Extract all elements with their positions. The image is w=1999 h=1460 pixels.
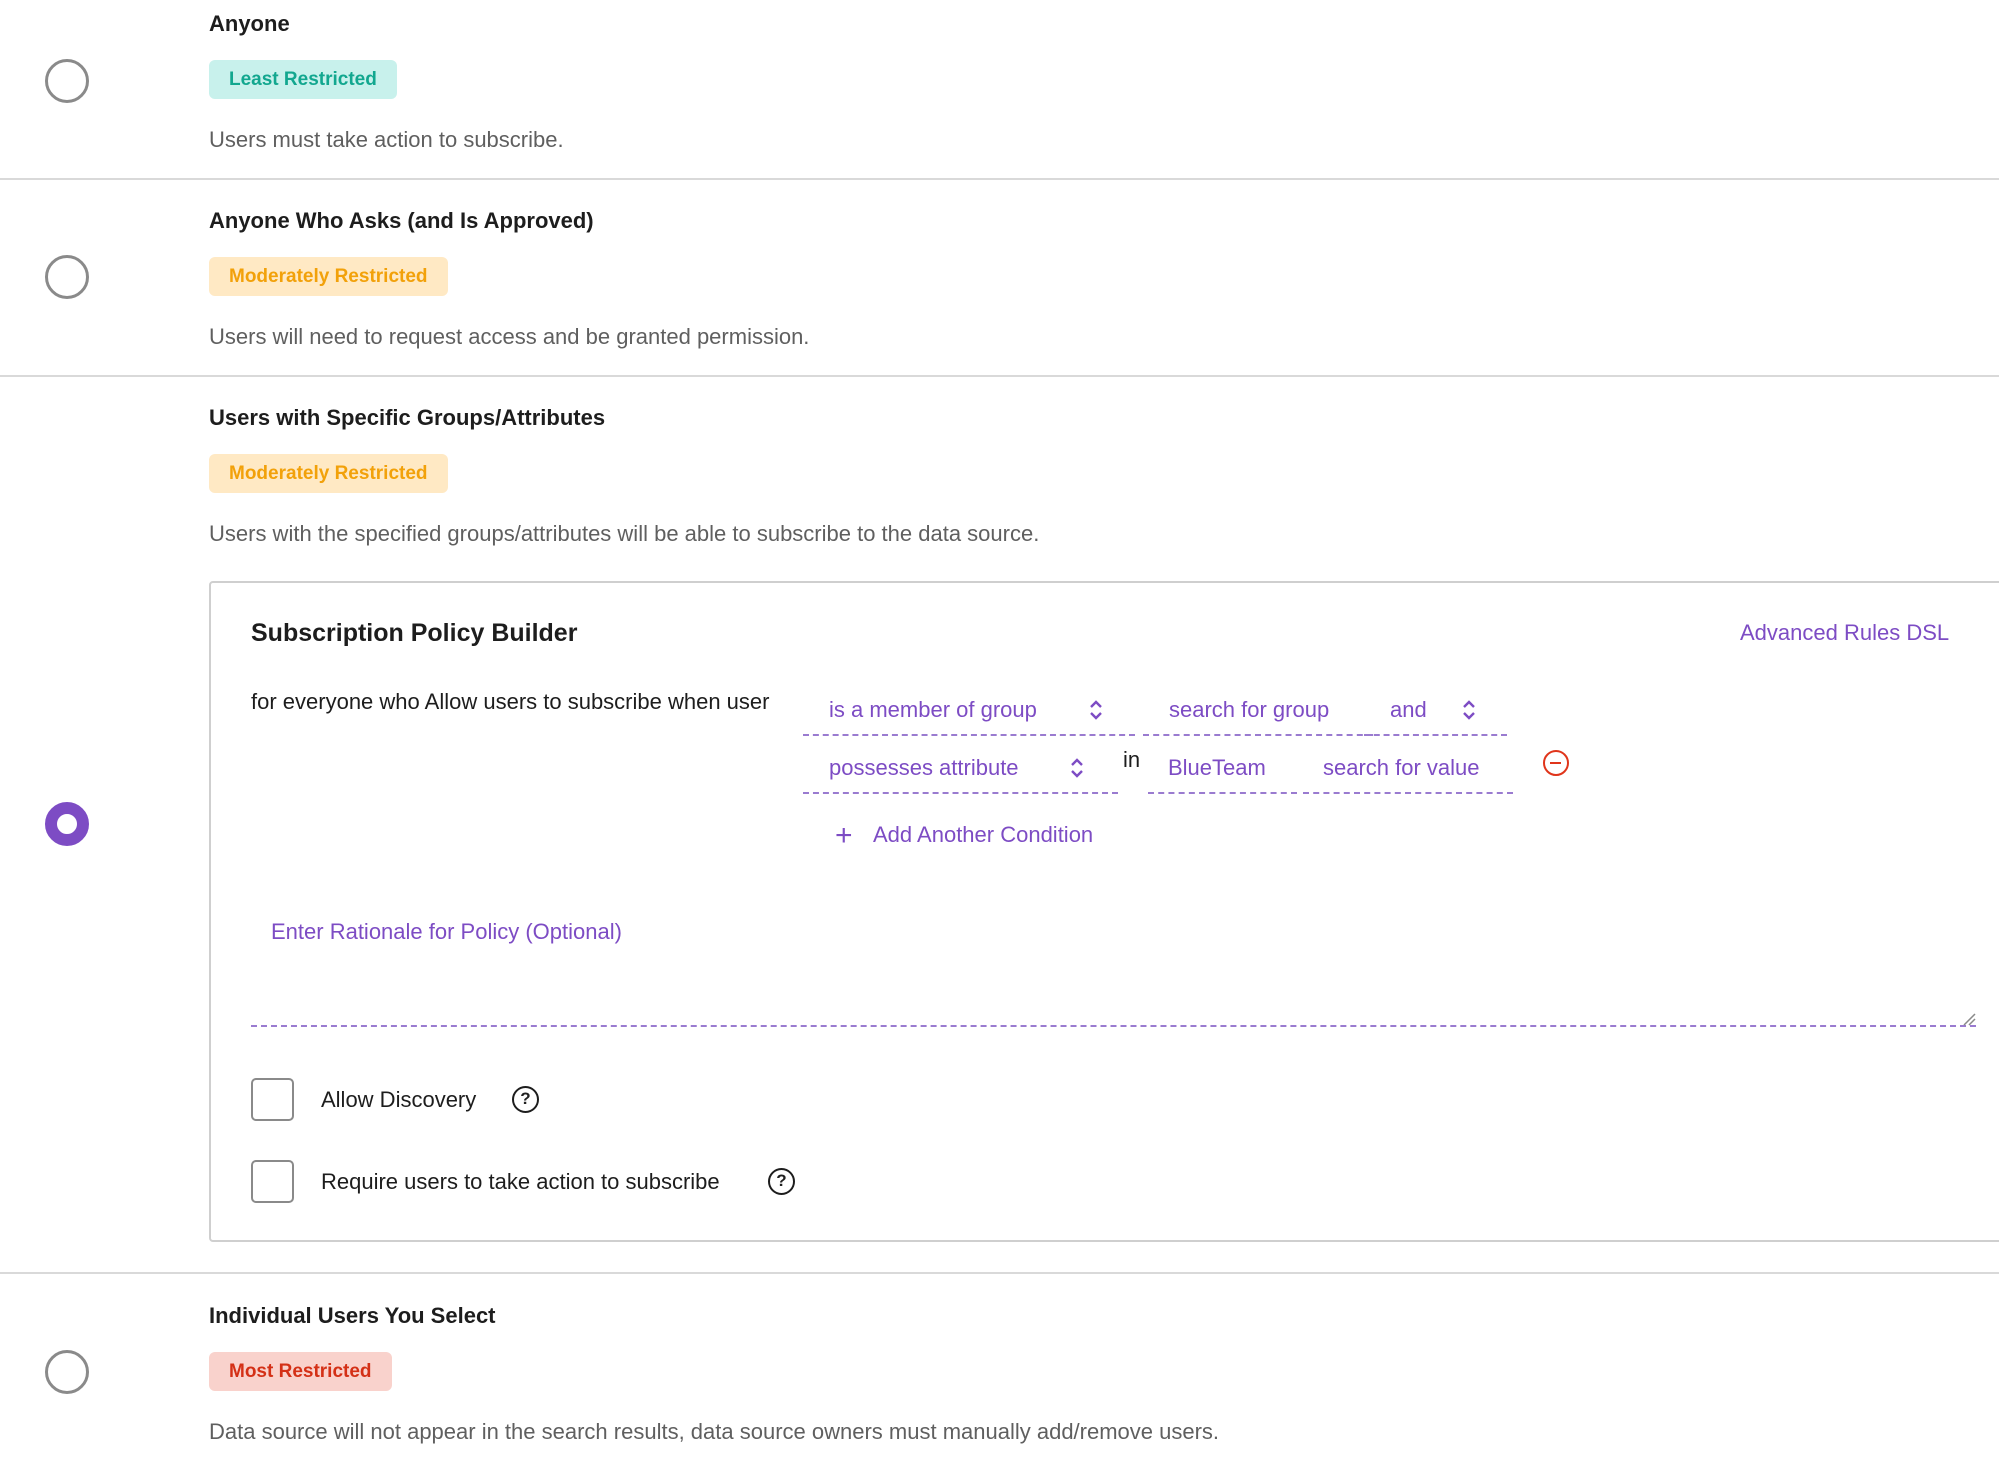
require-action-label: Require users to take action to subscrib…	[321, 1169, 720, 1194]
select-arrows-icon	[1090, 700, 1102, 720]
value-search-placeholder: search for value	[1323, 755, 1480, 780]
badge-moderately-restricted: Moderately Restricted	[209, 454, 448, 493]
require-action-checkbox[interactable]	[251, 1160, 294, 1203]
resize-grip-icon[interactable]	[1962, 1012, 1976, 1026]
condition2-operator-value: possesses attribute	[829, 755, 1019, 780]
option-description-individual-users: Data source will not appear in the searc…	[209, 1419, 1220, 1444]
help-icon[interactable]: ?	[768, 1168, 795, 1195]
option-title-anyone-who-asks: Anyone Who Asks (and Is Approved)	[209, 208, 594, 233]
add-another-condition-button[interactable]: + Add Another Condition	[835, 819, 1094, 852]
badge-least-restricted: Least Restricted	[209, 60, 397, 99]
divider	[0, 178, 1999, 180]
condition1-operator-select[interactable]: is a member of group	[803, 686, 1135, 736]
builder-title: Subscription Policy Builder	[251, 619, 578, 647]
attribute-input[interactable]: BlueTeam	[1148, 744, 1297, 794]
option-description-anyone-who-asks: Users will need to request access and be…	[209, 324, 810, 349]
conjunction-select[interactable]: and	[1364, 686, 1507, 736]
attribute-value: BlueTeam	[1168, 755, 1266, 780]
allow-discovery-label: Allow Discovery	[321, 1087, 477, 1112]
condition1-operator-value: is a member of group	[829, 697, 1037, 722]
policy-lead-text: for everyone who Allow users to subscrib…	[251, 689, 770, 714]
radio-individual-users[interactable]	[45, 1350, 89, 1394]
badge-most-restricted: Most Restricted	[209, 1352, 392, 1391]
option-title-anyone: Anyone	[209, 11, 290, 36]
group-search-placeholder: search for group	[1169, 697, 1330, 722]
value-search-input[interactable]: search for value	[1303, 744, 1513, 794]
option-title-specific-groups: Users with Specific Groups/Attributes	[209, 405, 606, 430]
condition2-operator-select[interactable]: possesses attribute	[803, 744, 1118, 794]
select-arrows-icon	[1071, 758, 1083, 778]
option-title-individual-users: Individual Users You Select	[209, 1303, 496, 1328]
in-label: in	[1123, 747, 1141, 772]
radio-anyone-who-asks[interactable]	[45, 255, 89, 299]
divider	[0, 375, 1999, 377]
radio-anyone[interactable]	[45, 59, 89, 103]
help-icon[interactable]: ?	[512, 1086, 539, 1113]
advanced-rules-dsl-link[interactable]: Advanced Rules DSL	[1740, 620, 1949, 646]
add-condition-label: Add Another Condition	[873, 822, 1094, 847]
option-description-anyone: Users must take action to subscribe.	[209, 127, 564, 152]
conjunction-value: and	[1390, 697, 1427, 722]
allow-discovery-checkbox[interactable]	[251, 1078, 294, 1121]
option-description-specific-groups: Users with the specified groups/attribut…	[209, 521, 1040, 546]
select-arrows-icon	[1463, 700, 1475, 720]
radio-specific-groups[interactable]	[45, 802, 89, 846]
divider	[0, 1272, 1999, 1274]
group-search-input[interactable]: search for group	[1143, 686, 1373, 736]
remove-condition-icon[interactable]	[1543, 750, 1569, 776]
badge-moderately-restricted: Moderately Restricted	[209, 257, 448, 296]
plus-icon: +	[835, 819, 853, 852]
subscription-policy-builder: Subscription Policy Builder Advanced Rul…	[209, 581, 1999, 1242]
rationale-textarea[interactable]	[251, 899, 1976, 1027]
